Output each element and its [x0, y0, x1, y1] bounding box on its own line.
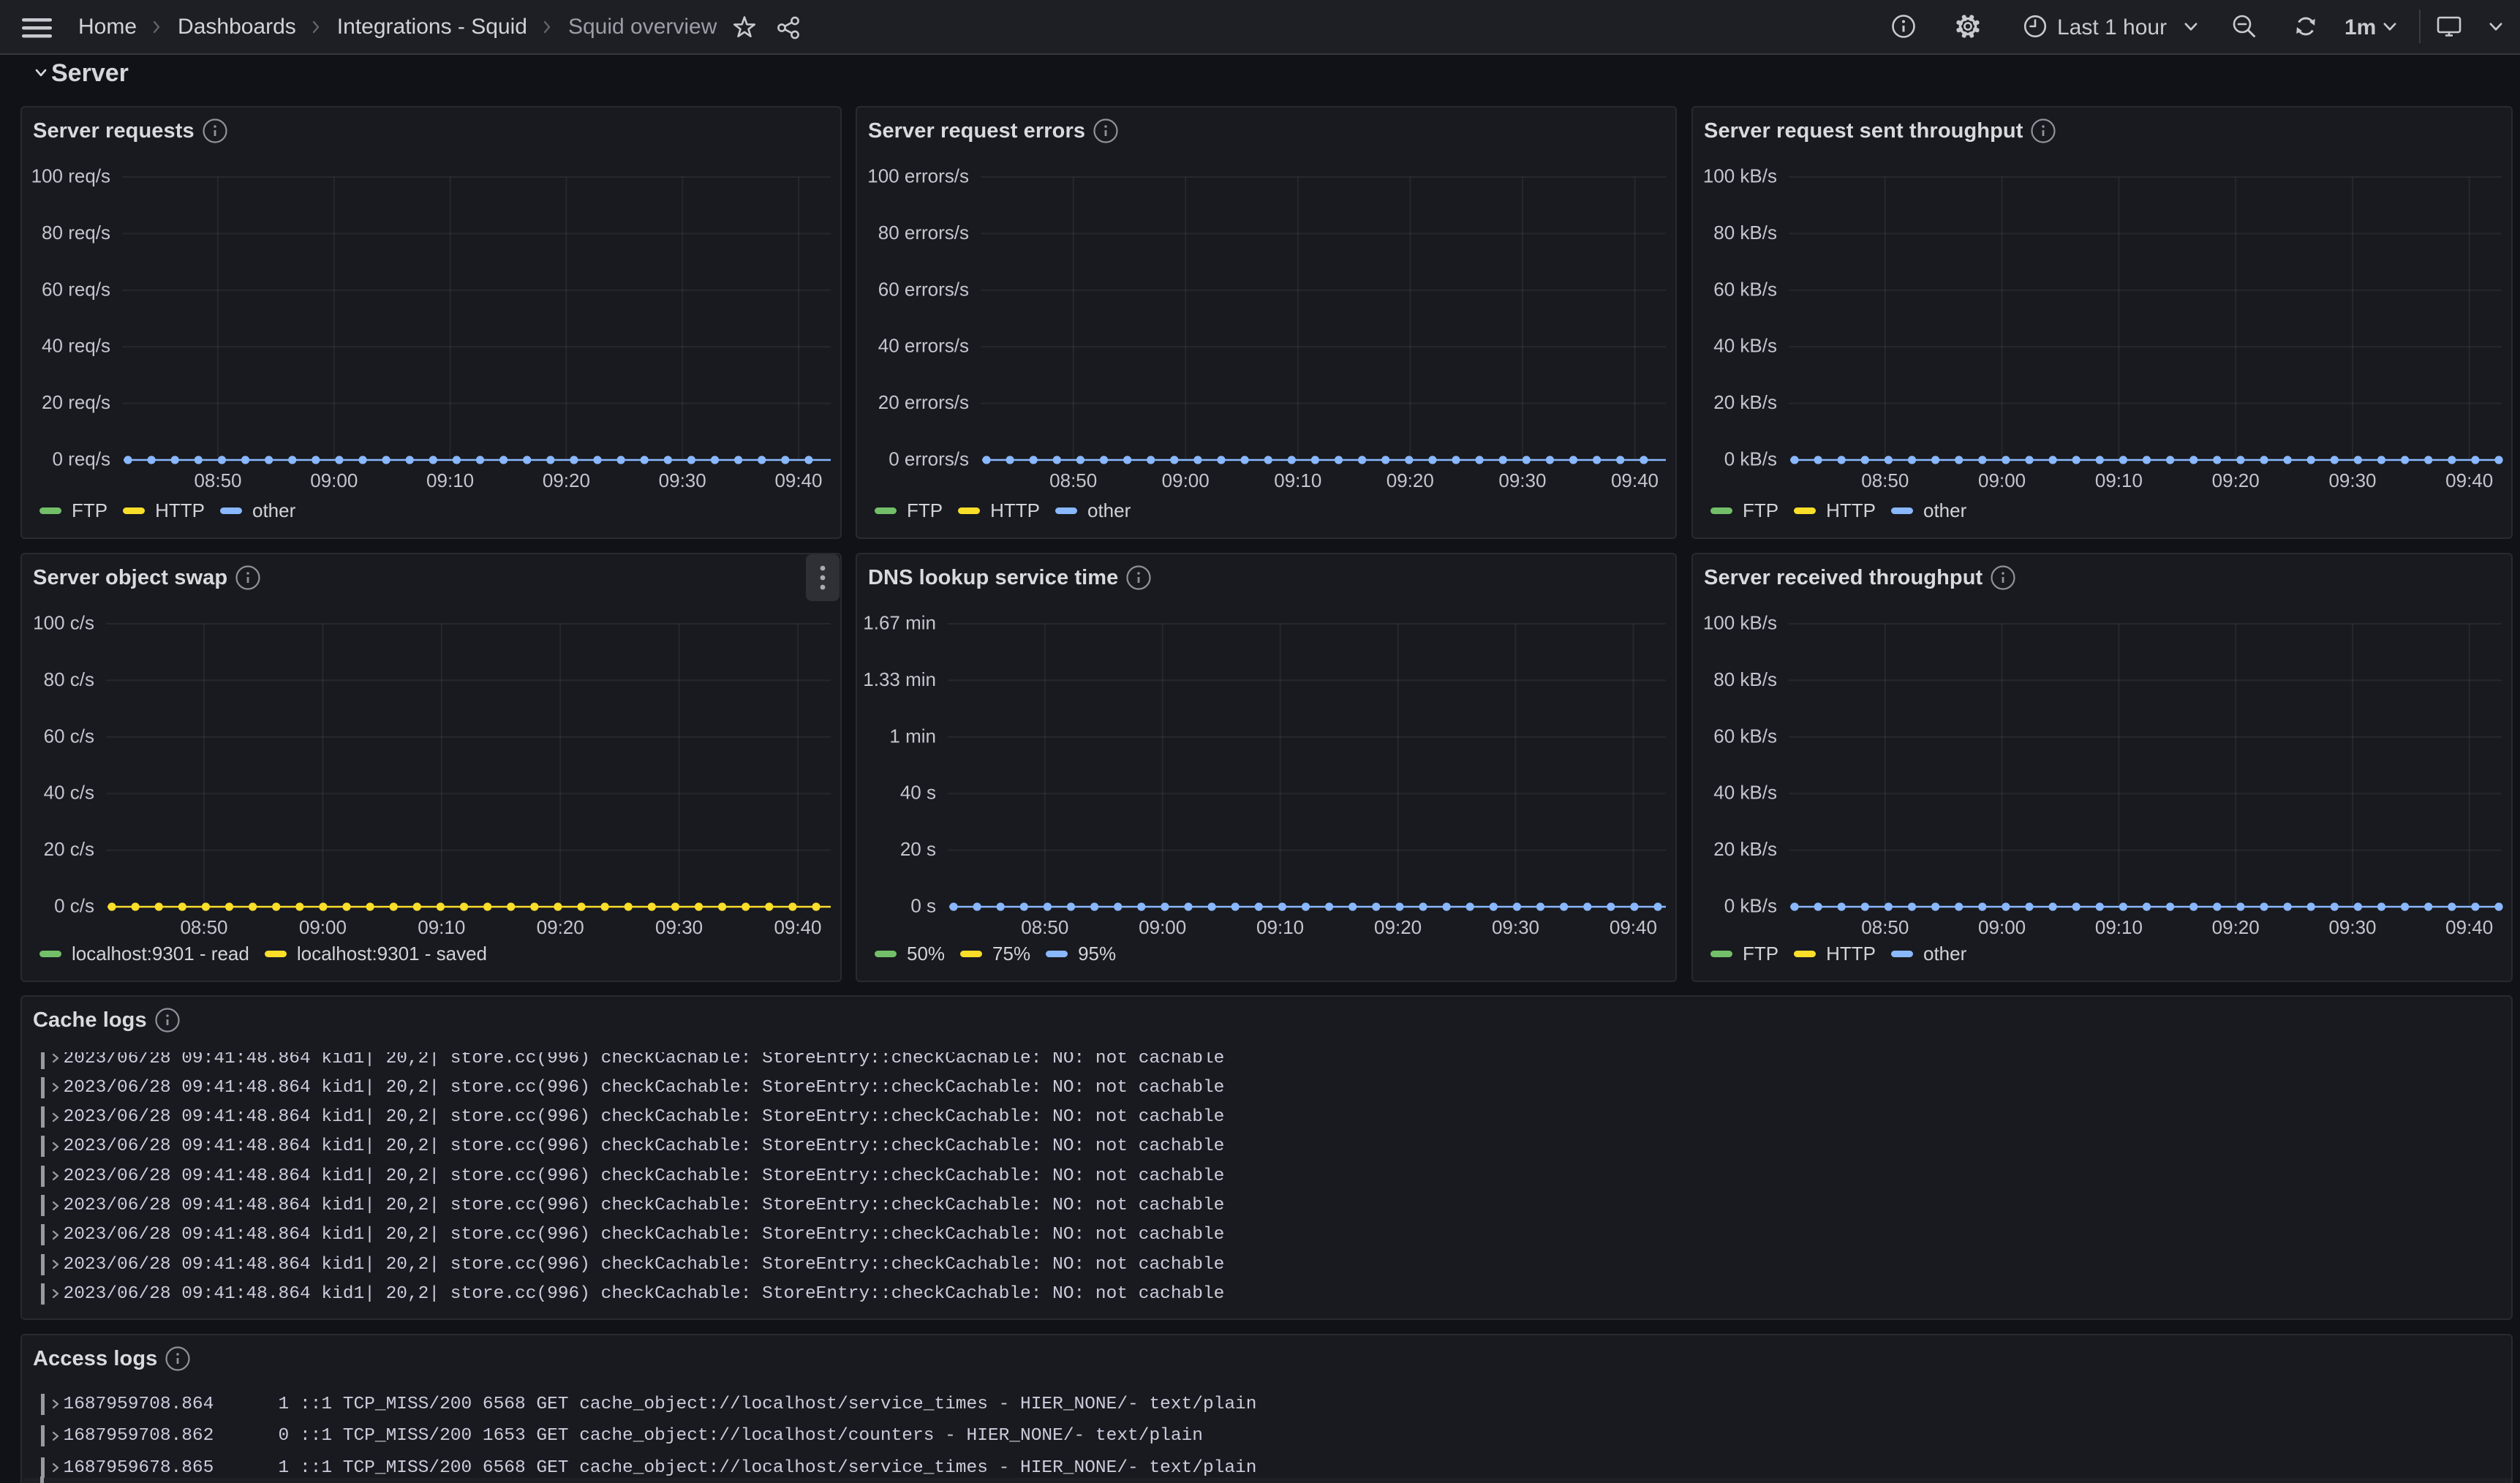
- svg-text:100 req/s: 100 req/s: [31, 165, 110, 187]
- svg-text:60 errors/s: 60 errors/s: [878, 278, 969, 300]
- svg-text:0 kB/s: 0 kB/s: [1724, 895, 1777, 917]
- svg-text:100 kB/s: 100 kB/s: [1703, 165, 1777, 187]
- svg-text:40 kB/s: 40 kB/s: [1713, 335, 1777, 357]
- svg-text:80 kB/s: 80 kB/s: [1713, 222, 1777, 244]
- svg-text:09:00: 09:00: [1139, 916, 1186, 938]
- svg-text:09:00: 09:00: [1978, 916, 2026, 938]
- svg-text:20 kB/s: 20 kB/s: [1713, 838, 1777, 860]
- svg-text:1.33 min: 1.33 min: [863, 668, 936, 690]
- svg-text:1 min: 1 min: [889, 725, 936, 747]
- svg-text:0 s: 0 s: [910, 895, 936, 917]
- svg-text:60 req/s: 60 req/s: [42, 278, 110, 300]
- svg-text:0 kB/s: 0 kB/s: [1724, 448, 1777, 470]
- svg-text:09:10: 09:10: [2095, 469, 2143, 491]
- svg-text:0 req/s: 0 req/s: [53, 448, 111, 470]
- svg-text:60 kB/s: 60 kB/s: [1713, 725, 1777, 747]
- svg-text:09:00: 09:00: [1162, 469, 1210, 491]
- svg-text:09:00: 09:00: [299, 916, 347, 938]
- svg-text:09:40: 09:40: [774, 916, 821, 938]
- svg-text:100 errors/s: 100 errors/s: [867, 165, 969, 187]
- svg-text:60 kB/s: 60 kB/s: [1713, 278, 1777, 300]
- svg-text:20 c/s: 20 c/s: [44, 838, 94, 860]
- svg-text:09:30: 09:30: [1492, 916, 1539, 938]
- svg-text:80 errors/s: 80 errors/s: [878, 222, 969, 244]
- svg-text:09:20: 09:20: [2212, 469, 2260, 491]
- svg-text:80 kB/s: 80 kB/s: [1713, 668, 1777, 690]
- svg-text:40 errors/s: 40 errors/s: [878, 335, 969, 357]
- svg-text:09:20: 09:20: [543, 469, 590, 491]
- svg-text:80 req/s: 80 req/s: [42, 222, 110, 244]
- svg-text:08:50: 08:50: [194, 469, 241, 491]
- svg-text:09:10: 09:10: [418, 916, 465, 938]
- svg-text:09:40: 09:40: [1611, 469, 1659, 491]
- svg-text:08:50: 08:50: [1049, 469, 1097, 491]
- svg-text:100 kB/s: 100 kB/s: [1703, 612, 1777, 634]
- svg-text:60 c/s: 60 c/s: [44, 725, 94, 747]
- svg-text:09:30: 09:30: [655, 916, 703, 938]
- svg-text:09:20: 09:20: [1374, 916, 1422, 938]
- svg-text:09:30: 09:30: [2328, 469, 2376, 491]
- svg-text:20 s: 20 s: [900, 838, 936, 860]
- svg-text:40 req/s: 40 req/s: [42, 335, 110, 357]
- svg-text:09:30: 09:30: [659, 469, 706, 491]
- svg-text:40 kB/s: 40 kB/s: [1713, 782, 1777, 804]
- svg-text:09:40: 09:40: [774, 469, 822, 491]
- svg-text:09:00: 09:00: [310, 469, 358, 491]
- svg-text:08:50: 08:50: [180, 916, 227, 938]
- svg-text:08:50: 08:50: [1861, 916, 1909, 938]
- svg-text:20 errors/s: 20 errors/s: [878, 391, 969, 413]
- svg-text:40 c/s: 40 c/s: [44, 782, 94, 804]
- svg-text:40 s: 40 s: [900, 782, 936, 804]
- svg-text:09:20: 09:20: [1387, 469, 1434, 491]
- svg-text:09:10: 09:10: [426, 469, 474, 491]
- svg-text:80 c/s: 80 c/s: [44, 668, 94, 690]
- svg-text:09:10: 09:10: [1256, 916, 1304, 938]
- svg-text:09:10: 09:10: [2095, 916, 2143, 938]
- svg-text:20 kB/s: 20 kB/s: [1713, 391, 1777, 413]
- svg-text:100 c/s: 100 c/s: [33, 612, 94, 634]
- svg-text:20 req/s: 20 req/s: [42, 391, 110, 413]
- svg-text:09:30: 09:30: [2328, 916, 2376, 938]
- svg-text:08:50: 08:50: [1021, 916, 1068, 938]
- svg-text:09:40: 09:40: [2445, 469, 2493, 491]
- svg-text:0 errors/s: 0 errors/s: [889, 448, 969, 470]
- svg-text:09:20: 09:20: [2212, 916, 2260, 938]
- svg-text:09:00: 09:00: [1978, 469, 2026, 491]
- svg-text:08:50: 08:50: [1861, 469, 1909, 491]
- svg-text:09:40: 09:40: [2445, 916, 2493, 938]
- svg-text:09:40: 09:40: [1610, 916, 1657, 938]
- svg-text:09:10: 09:10: [1274, 469, 1321, 491]
- svg-text:09:30: 09:30: [1498, 469, 1546, 491]
- svg-text:09:20: 09:20: [537, 916, 584, 938]
- svg-text:0 c/s: 0 c/s: [54, 895, 94, 917]
- svg-text:1.67 min: 1.67 min: [863, 612, 936, 634]
